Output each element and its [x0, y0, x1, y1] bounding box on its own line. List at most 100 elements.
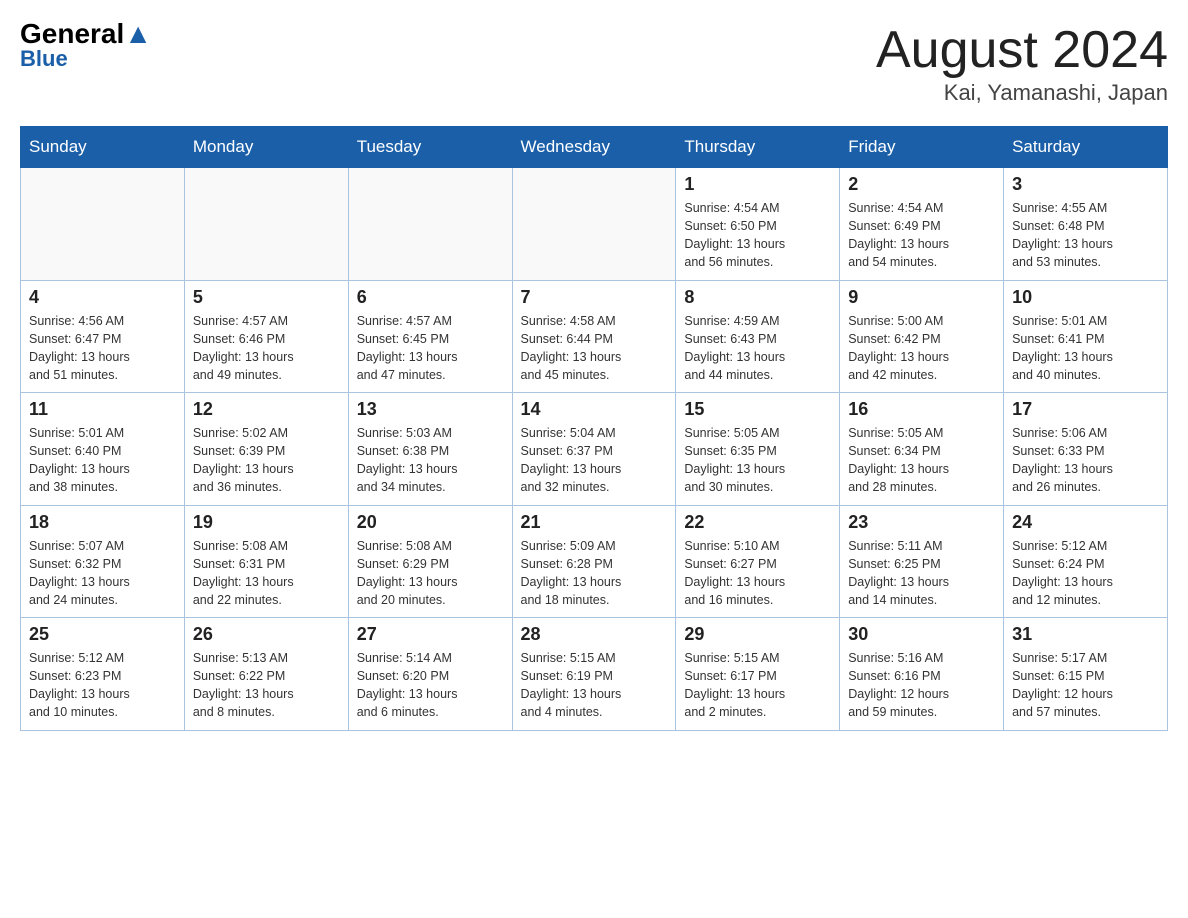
calendar-cell [348, 168, 512, 281]
weekday-header-wednesday: Wednesday [512, 127, 676, 168]
calendar-cell: 11Sunrise: 5:01 AMSunset: 6:40 PMDayligh… [21, 393, 185, 506]
day-number: 9 [848, 287, 995, 308]
logo-line2: Blue [20, 46, 68, 72]
calendar-cell: 15 Sunrise: 5:05 AMSunset: 6:35 PMDayligh… [676, 393, 840, 506]
day-number: 27 [357, 624, 504, 645]
calendar-title: August 2024 [876, 20, 1168, 80]
day-number: 17 [1012, 399, 1159, 420]
calendar-week-4: 18Sunrise: 5:07 AMSunset: 6:32 PMDayligh… [21, 505, 1168, 618]
day-info: Sunrise: 4:58 AMSunset: 6:44 PMDaylight:… [521, 312, 668, 385]
day-number: 3 [1012, 174, 1159, 195]
day-number: 12 [193, 399, 340, 420]
day-number: 14 [521, 399, 668, 420]
day-number: 29 [684, 624, 831, 645]
page-header: General ▲ Blue August 2024 Kai, Yamanash… [20, 20, 1168, 106]
calendar-cell: 22 Sunrise: 5:10 AMSunset: 6:27 PMDayligh… [676, 505, 840, 618]
day-number: 2 [848, 174, 995, 195]
day-info: Sunrise: 5:04 AMSunset: 6:37 PMDaylight:… [521, 424, 668, 497]
day-number: 5 [193, 287, 340, 308]
weekday-header-tuesday: Tuesday [348, 127, 512, 168]
calendar-cell: 17 Sunrise: 5:06 AMSunset: 6:33 PMDayligh… [1004, 393, 1168, 506]
day-number: 24 [1012, 512, 1159, 533]
day-info: Sunrise: 4:57 AMSunset: 6:46 PMDaylight:… [193, 312, 340, 385]
calendar-cell: 14 Sunrise: 5:04 AMSunset: 6:37 PMDayligh… [512, 393, 676, 506]
weekday-header-thursday: Thursday [676, 127, 840, 168]
calendar-cell: 26 Sunrise: 5:13 AMSunset: 6:22 PMDayligh… [184, 618, 348, 731]
day-info: Sunrise: 5:14 AMSunset: 6:20 PMDaylight:… [357, 649, 504, 722]
day-info: Sunrise: 5:03 AMSunset: 6:38 PMDaylight:… [357, 424, 504, 497]
day-info: Sunrise: 5:08 AMSunset: 6:29 PMDaylight:… [357, 537, 504, 610]
day-number: 26 [193, 624, 340, 645]
weekday-header-sunday: Sunday [21, 127, 185, 168]
day-info: Sunrise: 5:12 AMSunset: 6:23 PMDaylight:… [29, 649, 176, 722]
calendar-week-2: 4 Sunrise: 4:56 AMSunset: 6:47 PMDaylight… [21, 280, 1168, 393]
calendar-cell: 30 Sunrise: 5:16 AMSunset: 6:16 PMDayligh… [840, 618, 1004, 731]
calendar-cell [184, 168, 348, 281]
calendar-cell: 21 Sunrise: 5:09 AMSunset: 6:28 PMDayligh… [512, 505, 676, 618]
calendar-cell: 4 Sunrise: 4:56 AMSunset: 6:47 PMDaylight… [21, 280, 185, 393]
day-info: Sunrise: 5:00 AMSunset: 6:42 PMDaylight:… [848, 312, 995, 385]
calendar-cell: 1 Sunrise: 4:54 AMSunset: 6:50 PMDaylight… [676, 168, 840, 281]
calendar-cell: 28Sunrise: 5:15 AMSunset: 6:19 PMDayligh… [512, 618, 676, 731]
calendar-cell: 8 Sunrise: 4:59 AMSunset: 6:43 PMDaylight… [676, 280, 840, 393]
day-number: 19 [193, 512, 340, 533]
day-info: Sunrise: 5:06 AMSunset: 6:33 PMDaylight:… [1012, 424, 1159, 497]
weekday-header-saturday: Saturday [1004, 127, 1168, 168]
day-number: 4 [29, 287, 176, 308]
day-info: Sunrise: 5:16 AMSunset: 6:16 PMDaylight:… [848, 649, 995, 722]
day-number: 25 [29, 624, 176, 645]
calendar-table: SundayMondayTuesdayWednesdayThursdayFrid… [20, 126, 1168, 731]
calendar-cell: 13 Sunrise: 5:03 AMSunset: 6:38 PMDayligh… [348, 393, 512, 506]
day-number: 6 [357, 287, 504, 308]
calendar-cell: 16Sunrise: 5:05 AMSunset: 6:34 PMDayligh… [840, 393, 1004, 506]
calendar-cell: 2Sunrise: 4:54 AMSunset: 6:49 PMDaylight… [840, 168, 1004, 281]
day-info: Sunrise: 5:15 AMSunset: 6:19 PMDaylight:… [521, 649, 668, 722]
day-number: 15 [684, 399, 831, 420]
day-info: Sunrise: 4:57 AMSunset: 6:45 PMDaylight:… [357, 312, 504, 385]
day-number: 30 [848, 624, 995, 645]
day-info: Sunrise: 5:02 AMSunset: 6:39 PMDaylight:… [193, 424, 340, 497]
day-number: 13 [357, 399, 504, 420]
day-number: 20 [357, 512, 504, 533]
weekday-header-row: SundayMondayTuesdayWednesdayThursdayFrid… [21, 127, 1168, 168]
day-info: Sunrise: 5:17 AMSunset: 6:15 PMDaylight:… [1012, 649, 1159, 722]
day-number: 21 [521, 512, 668, 533]
day-info: Sunrise: 5:15 AMSunset: 6:17 PMDaylight:… [684, 649, 831, 722]
day-info: Sunrise: 5:08 AMSunset: 6:31 PMDaylight:… [193, 537, 340, 610]
logo-text-black: General [20, 20, 124, 48]
day-info: Sunrise: 5:05 AMSunset: 6:35 PMDaylight:… [684, 424, 831, 497]
calendar-cell [512, 168, 676, 281]
day-number: 23 [848, 512, 995, 533]
calendar-cell: 10 Sunrise: 5:01 AMSunset: 6:41 PMDayligh… [1004, 280, 1168, 393]
calendar-cell: 3Sunrise: 4:55 AMSunset: 6:48 PMDaylight… [1004, 168, 1168, 281]
day-info: Sunrise: 4:59 AMSunset: 6:43 PMDaylight:… [684, 312, 831, 385]
day-number: 10 [1012, 287, 1159, 308]
day-info: Sunrise: 5:09 AMSunset: 6:28 PMDaylight:… [521, 537, 668, 610]
day-info: Sunrise: 4:56 AMSunset: 6:47 PMDaylight:… [29, 312, 176, 385]
calendar-week-5: 25 Sunrise: 5:12 AMSunset: 6:23 PMDayligh… [21, 618, 1168, 731]
day-number: 22 [684, 512, 831, 533]
calendar-cell: 23 Sunrise: 5:11 AMSunset: 6:25 PMDayligh… [840, 505, 1004, 618]
calendar-week-1: 1 Sunrise: 4:54 AMSunset: 6:50 PMDaylight… [21, 168, 1168, 281]
day-info: Sunrise: 5:10 AMSunset: 6:27 PMDaylight:… [684, 537, 831, 610]
calendar-cell: 19 Sunrise: 5:08 AMSunset: 6:31 PMDayligh… [184, 505, 348, 618]
day-number: 1 [684, 174, 831, 195]
day-info: Sunrise: 4:54 AMSunset: 6:50 PMDaylight:… [684, 199, 831, 272]
day-info: Sunrise: 5:13 AMSunset: 6:22 PMDaylight:… [193, 649, 340, 722]
calendar-cell: 12 Sunrise: 5:02 AMSunset: 6:39 PMDayligh… [184, 393, 348, 506]
calendar-cell: 20 Sunrise: 5:08 AMSunset: 6:29 PMDayligh… [348, 505, 512, 618]
logo-text-blue: ▲ [124, 20, 152, 48]
day-info: Sunrise: 5:11 AMSunset: 6:25 PMDaylight:… [848, 537, 995, 610]
weekday-header-monday: Monday [184, 127, 348, 168]
day-number: 8 [684, 287, 831, 308]
weekday-header-friday: Friday [840, 127, 1004, 168]
calendar-cell: 27 Sunrise: 5:14 AMSunset: 6:20 PMDayligh… [348, 618, 512, 731]
calendar-cell: 29 Sunrise: 5:15 AMSunset: 6:17 PMDayligh… [676, 618, 840, 731]
calendar-subtitle: Kai, Yamanashi, Japan [876, 80, 1168, 106]
calendar-cell [21, 168, 185, 281]
day-number: 31 [1012, 624, 1159, 645]
calendar-cell: 25 Sunrise: 5:12 AMSunset: 6:23 PMDayligh… [21, 618, 185, 731]
title-block: August 2024 Kai, Yamanashi, Japan [876, 20, 1168, 106]
calendar-cell: 9 Sunrise: 5:00 AMSunset: 6:42 PMDaylight… [840, 280, 1004, 393]
day-info: Sunrise: 5:01 AMSunset: 6:41 PMDaylight:… [1012, 312, 1159, 385]
